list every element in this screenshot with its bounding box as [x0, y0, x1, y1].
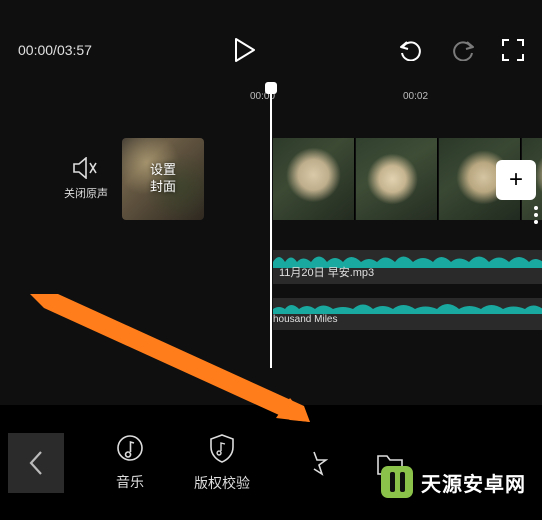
audio-track-1[interactable]: 11月20日 早安.mp3: [273, 250, 542, 284]
watermark-logo-icon: [381, 466, 413, 498]
audio-track-1-label: 11月20日 早安.mp3: [279, 264, 374, 280]
music-note-icon: [116, 434, 144, 462]
annotation-arrow: [30, 294, 310, 424]
music-tab[interactable]: 音乐: [84, 434, 176, 492]
time-display: 00:00/03:57: [18, 42, 92, 58]
star-icon: [300, 449, 328, 477]
copyright-check-tab[interactable]: 版权校验: [176, 433, 268, 493]
shield-icon: [209, 433, 235, 463]
back-button[interactable]: [8, 433, 64, 493]
play-icon[interactable]: [234, 38, 256, 62]
add-clip-button[interactable]: +: [496, 160, 536, 200]
video-frame[interactable]: [273, 138, 355, 220]
audio-track-2[interactable]: housand Miles: [273, 298, 542, 330]
set-cover-button[interactable]: 设置封面: [122, 138, 204, 220]
video-frame[interactable]: [356, 138, 438, 220]
fullscreen-icon[interactable]: [502, 39, 524, 61]
undo-icon[interactable]: [398, 39, 424, 61]
partial-tab-1[interactable]: [268, 449, 360, 477]
redo-icon: [450, 39, 476, 61]
watermark: 天源安卓网: [381, 466, 526, 498]
more-dots-icon: [534, 206, 540, 224]
mute-label: 关闭原声: [64, 185, 108, 201]
mute-original-audio-button[interactable]: 关闭原声: [64, 157, 108, 201]
